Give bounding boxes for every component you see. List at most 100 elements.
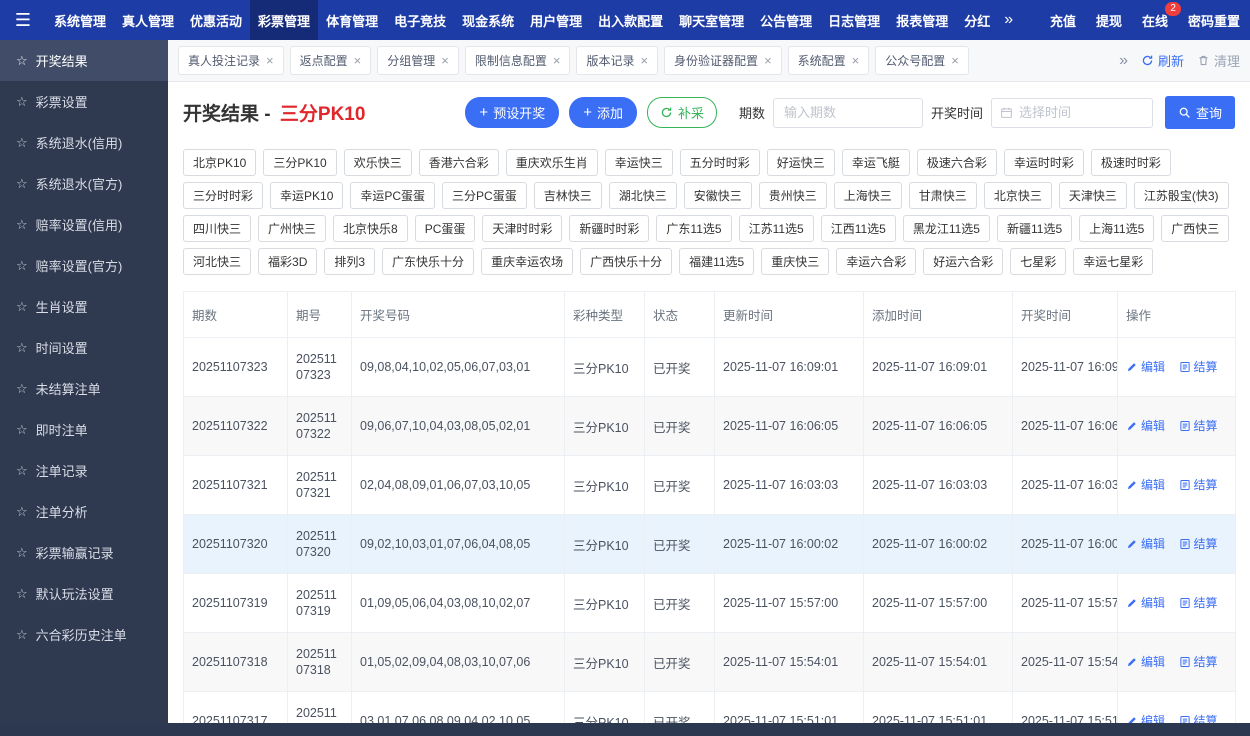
top-menu-item[interactable]: 电子竞技: [386, 0, 454, 40]
page-tab[interactable]: 身份验证器配置 ×: [664, 46, 782, 75]
top-menu-item[interactable]: 用户管理: [522, 0, 590, 40]
sidebar-item[interactable]: ☆ 赔率设置(官方): [0, 245, 168, 286]
draw-time-picker[interactable]: [990, 97, 1153, 128]
top-menu-item[interactable]: 优惠活动: [182, 0, 250, 40]
edit-link[interactable]: 编辑: [1126, 417, 1165, 434]
hamburger-menu-icon[interactable]: ☰: [0, 10, 46, 31]
top-menu-item[interactable]: 现金系统: [454, 0, 522, 40]
sidebar-item[interactable]: ☆ 注单分析: [0, 491, 168, 532]
page-tab[interactable]: 真人投注记录 ×: [178, 46, 284, 75]
top-menu-item[interactable]: 系统管理: [46, 0, 114, 40]
lottery-type-tab[interactable]: 幸运时时彩: [1003, 149, 1084, 176]
lottery-type-tab[interactable]: 上海快三: [833, 182, 902, 209]
lottery-type-tab[interactable]: 新疆11选5: [996, 215, 1073, 242]
lottery-type-tab[interactable]: 幸运PK10: [270, 182, 344, 209]
sidebar-item[interactable]: ☆ 即时注单: [0, 409, 168, 450]
sidebar-item[interactable]: ☆ 系统退水(官方): [0, 163, 168, 204]
sidebar-item[interactable]: ☆ 彩票输赢记录: [0, 532, 168, 573]
lottery-type-tab[interactable]: 黑龙江11选5: [902, 215, 990, 242]
lottery-type-tab[interactable]: 河北快三: [183, 248, 252, 275]
lottery-type-tab[interactable]: 七星彩: [1010, 248, 1067, 275]
sidebar-item[interactable]: ☆ 生肖设置: [0, 286, 168, 327]
lottery-type-tab[interactable]: 重庆欢乐生肖: [505, 149, 598, 176]
sidebar-item[interactable]: ☆ 默认玩法设置: [0, 573, 168, 614]
lottery-type-tab[interactable]: 天津快三: [1058, 182, 1127, 209]
lottery-type-tab[interactable]: 北京PK10: [183, 149, 257, 176]
edit-link[interactable]: 编辑: [1126, 653, 1165, 670]
edit-link[interactable]: 编辑: [1126, 535, 1165, 552]
lottery-type-tab[interactable]: 幸运飞艇: [841, 149, 910, 176]
page-tab[interactable]: 公众号配置 ×: [875, 46, 969, 75]
lottery-type-tab[interactable]: 三分时时彩: [183, 182, 264, 209]
lottery-type-tab[interactable]: 好运快三: [766, 149, 835, 176]
edit-link[interactable]: 编辑: [1126, 594, 1165, 611]
lottery-type-tab[interactable]: 安徽快三: [683, 182, 752, 209]
period-input[interactable]: [772, 97, 923, 128]
lottery-type-tab[interactable]: 重庆幸运农场: [481, 248, 574, 275]
lottery-type-tab[interactable]: 江苏11选5: [738, 215, 814, 242]
lottery-type-tab[interactable]: 三分PK10: [263, 149, 337, 176]
top-menu-item[interactable]: 聊天室管理: [671, 0, 752, 40]
top-menu-item[interactable]: 公告管理: [752, 0, 820, 40]
page-tab[interactable]: 分组管理 ×: [377, 46, 459, 75]
tab-close-icon[interactable]: ×: [764, 54, 772, 67]
lottery-type-tab[interactable]: 广东11选5: [656, 215, 732, 242]
lottery-type-tab[interactable]: 北京快乐8: [333, 215, 408, 242]
lottery-type-tab[interactable]: 幸运PC蛋蛋: [350, 182, 436, 209]
lottery-type-tab[interactable]: 天津时时彩: [482, 215, 563, 242]
lottery-type-tab[interactable]: 三分PC蛋蛋: [442, 182, 527, 209]
draw-time-input[interactable]: [1018, 105, 1144, 120]
sidebar-item[interactable]: ☆ 六合彩历史注单: [0, 614, 168, 655]
preset-draw-button[interactable]: + 预设开奖: [465, 97, 560, 128]
lottery-type-tab[interactable]: 甘肃快三: [908, 182, 977, 209]
top-menu-item[interactable]: 真人管理: [114, 0, 182, 40]
settle-link[interactable]: 结算: [1179, 594, 1218, 611]
sidebar-item[interactable]: ☆ 未结算注单: [0, 368, 168, 409]
tabs-overflow-chevron-icon[interactable]: »: [1119, 52, 1128, 70]
sidebar-item[interactable]: ☆ 彩票设置: [0, 81, 168, 122]
settle-link[interactable]: 结算: [1179, 653, 1218, 670]
top-right-item[interactable]: 提现: [1086, 0, 1132, 40]
lottery-type-tab[interactable]: 欢乐快三: [343, 149, 412, 176]
page-tab[interactable]: 版本记录 ×: [576, 46, 659, 75]
top-menu-item[interactable]: 体育管理: [318, 0, 386, 40]
search-button[interactable]: 查询: [1164, 96, 1235, 129]
lottery-type-tab[interactable]: 北京快三: [983, 182, 1052, 209]
lottery-type-tab[interactable]: 幸运七星彩: [1073, 248, 1154, 275]
lottery-type-tab[interactable]: 湖北快三: [608, 182, 677, 209]
page-tab[interactable]: 返点配置 ×: [289, 46, 372, 75]
lottery-type-tab[interactable]: 四川快三: [183, 215, 252, 242]
lottery-type-tab[interactable]: 幸运快三: [604, 149, 673, 176]
tab-close-icon[interactable]: ×: [441, 54, 449, 67]
tab-close-icon[interactable]: ×: [951, 54, 959, 67]
sidebar-item[interactable]: ☆ 开奖结果: [0, 40, 168, 81]
tab-close-icon[interactable]: ×: [640, 54, 648, 67]
lottery-type-tab[interactable]: PC蛋蛋: [414, 215, 476, 242]
sidebar-item[interactable]: ☆ 赔率设置(信用): [0, 204, 168, 245]
sidebar-item[interactable]: ☆ 注单记录: [0, 450, 168, 491]
lottery-type-tab[interactable]: 香港六合彩: [418, 149, 499, 176]
page-tab[interactable]: 系统配置 ×: [787, 46, 870, 75]
top-right-item[interactable]: 密码重置: [1178, 0, 1250, 40]
tab-close-icon[interactable]: ×: [354, 54, 362, 67]
sidebar-item[interactable]: ☆ 时间设置: [0, 327, 168, 368]
lottery-type-tab[interactable]: 极速时时彩: [1090, 149, 1171, 176]
top-menu-item[interactable]: 出入款配置: [590, 0, 671, 40]
lottery-type-tab[interactable]: 江苏骰宝(快3): [1133, 182, 1229, 209]
lottery-type-tab[interactable]: 幸运六合彩: [836, 248, 917, 275]
top-menu-item[interactable]: 日志管理: [820, 0, 888, 40]
edit-link[interactable]: 编辑: [1126, 476, 1165, 493]
settle-link[interactable]: 结算: [1179, 535, 1218, 552]
lottery-type-tab[interactable]: 福彩3D: [258, 248, 318, 275]
lottery-type-tab[interactable]: 吉林快三: [533, 182, 602, 209]
top-menu-item[interactable]: 分红: [956, 0, 998, 40]
top-menu-item[interactable]: 彩票管理: [250, 0, 319, 40]
tab-close-icon[interactable]: ×: [553, 54, 561, 67]
top-right-item[interactable]: 在线 2: [1132, 0, 1181, 40]
page-tab[interactable]: 限制信息配置 ×: [464, 46, 571, 75]
lottery-type-tab[interactable]: 重庆快三: [761, 248, 830, 275]
sidebar-item[interactable]: ☆ 系统退水(信用): [0, 122, 168, 163]
top-menu-item[interactable]: 报表管理: [888, 0, 956, 40]
lottery-type-tab[interactable]: 极速六合彩: [916, 149, 997, 176]
lottery-type-tab[interactable]: 广西快三: [1161, 215, 1230, 242]
